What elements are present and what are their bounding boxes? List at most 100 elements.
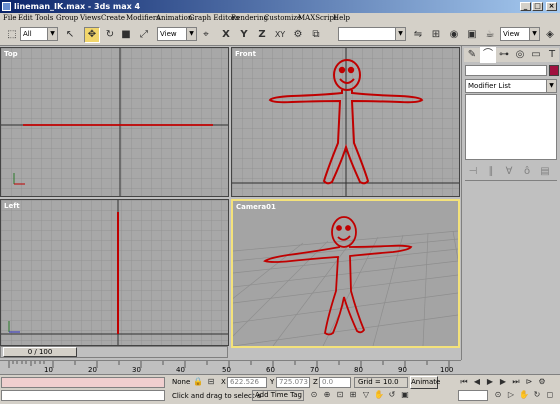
command-panel-tabs: ✎ ⌒ ⊶ ◎ ▭ T (464, 47, 560, 63)
y-coordinate-field[interactable]: 725.073 (276, 377, 310, 388)
configure-sets-icon[interactable]: ▤ (537, 164, 553, 180)
axis-z-button[interactable]: Z (254, 27, 270, 43)
menu-group[interactable]: Group (56, 13, 78, 24)
pan-icon[interactable]: ✋ (373, 389, 385, 401)
track-bar[interactable]: 10 20 30 40 50 60 70 80 90 100 (0, 360, 461, 374)
viewport-label[interactable]: Front (235, 50, 256, 58)
time-slider[interactable]: 0 / 100 (0, 346, 228, 358)
viewport-top[interactable]: Top (0, 47, 229, 197)
scale-icon[interactable]: ■ (118, 27, 134, 43)
hierarchy-tab-icon[interactable]: ⊶ (496, 47, 512, 63)
render-view-dropdown[interactable]: View ▼ (500, 27, 540, 41)
grid-spacing-display: Grid = 10.0 (354, 377, 408, 388)
utilities-tab-icon[interactable]: T (544, 47, 560, 63)
align-icon[interactable]: ⊞ (428, 27, 444, 43)
axis-x-button[interactable]: X (218, 27, 234, 43)
quick-render-icon[interactable]: ☕ (482, 27, 498, 43)
x-coordinate-field[interactable]: 622.526 (227, 377, 267, 388)
orbit-camera-icon[interactable]: ↻ (531, 389, 543, 401)
minimize-button[interactable]: _ (520, 2, 531, 11)
render-scene-icon[interactable]: ▣ (464, 27, 480, 43)
command-panel: ✎ ⌒ ⊶ ◎ ▭ T Modifier List ▼ ⊣ ∥ ∀ ô ▤ (461, 46, 560, 360)
menu-maxscript[interactable]: MAXScript (298, 13, 337, 24)
go-to-end-icon[interactable]: ⏭ (510, 376, 522, 388)
link-icon[interactable]: ⚙ (290, 27, 306, 43)
motion-tab-icon[interactable]: ◎ (512, 47, 528, 63)
orbit-icon[interactable]: ↺ (386, 389, 398, 401)
rotate-icon[interactable]: ↻ (102, 27, 118, 43)
next-frame-icon[interactable]: ▶ (497, 376, 509, 388)
render-last-icon[interactable]: ◈ (542, 27, 558, 43)
absolute-mode-icon[interactable]: ⊟ (205, 376, 217, 388)
axis-y-button[interactable]: Y (236, 27, 252, 43)
menu-modifiers[interactable]: Modifiers (126, 13, 160, 24)
menu-customize[interactable]: Customize (264, 13, 301, 24)
maximize-viewport-icon[interactable]: ▣ (399, 389, 411, 401)
previous-frame-icon[interactable]: ◀ (471, 376, 483, 388)
modify-tab-icon[interactable]: ⌒ (480, 47, 496, 63)
menu-animation[interactable]: Animation (156, 13, 192, 24)
move-icon[interactable]: ✥ (84, 27, 100, 43)
object-name-field[interactable] (465, 65, 547, 76)
menu-create[interactable]: Create (101, 13, 125, 24)
zoom-all-icon[interactable]: ⊕ (321, 389, 333, 401)
menu-help[interactable]: Help (333, 13, 350, 24)
selection-filter-dropdown[interactable]: All ▼ (20, 27, 58, 41)
viewport-label[interactable]: Top (4, 50, 18, 58)
pin-stack-icon[interactable]: ⊣ (465, 164, 481, 180)
fov-icon[interactable]: ▽ (360, 389, 372, 401)
mirror-icon[interactable]: ⤢ (136, 27, 152, 43)
remove-modifier-icon[interactable]: ô (519, 164, 535, 180)
menu-tools[interactable]: Tools (35, 13, 53, 24)
menu-file[interactable]: File (3, 13, 16, 24)
mirror-tool-icon[interactable]: ⇋ (410, 27, 426, 43)
add-time-tag-button[interactable]: Add Time Tag (252, 390, 304, 401)
min-max-toggle-icon[interactable]: ◻ (544, 389, 556, 401)
key-mode-icon[interactable]: ⊳ (523, 376, 535, 388)
z-coordinate-field[interactable]: 0.0 (319, 377, 351, 388)
viewport-label[interactable]: Camera01 (236, 203, 276, 211)
current-frame-field[interactable] (458, 390, 488, 401)
show-end-result-icon[interactable]: ∥ (483, 164, 499, 180)
modifier-list-dropdown[interactable]: Modifier List ▼ (465, 79, 557, 93)
zoom-extents-all-icon[interactable]: ⊞ (347, 389, 359, 401)
go-to-start-icon[interactable]: ⏮ (458, 376, 470, 388)
axis-xy-button[interactable]: XY (272, 27, 288, 43)
play-icon[interactable]: ▶ (484, 376, 496, 388)
time-slider-thumb[interactable]: 0 / 100 (3, 347, 77, 357)
maxscript-listener-mini[interactable] (1, 377, 165, 388)
time-config-icon[interactable]: ⚙ (536, 376, 548, 388)
menu-edit[interactable]: Edit (18, 13, 33, 24)
object-color-swatch[interactable] (549, 65, 559, 76)
maximize-button[interactable]: □ (532, 2, 543, 11)
close-button[interactable]: × (546, 2, 557, 11)
zoom-icon[interactable]: ⊙ (308, 389, 320, 401)
stack-controls: ⊣ ∥ ∀ ô ▤ (465, 164, 557, 178)
animate-button[interactable]: Animate (410, 376, 440, 389)
menu-views[interactable]: Views (80, 13, 101, 24)
modifier-stack-list[interactable] (465, 94, 557, 160)
lock-selection-icon[interactable]: 🔒 (192, 376, 204, 388)
named-selection-dropdown[interactable]: ▼ (338, 27, 406, 41)
menu-rendering[interactable]: Rendering (231, 13, 268, 24)
viewport-camera[interactable]: Camera01 (231, 199, 460, 348)
z-label: Z (313, 378, 318, 386)
viewport-left[interactable]: Left (0, 199, 229, 346)
material-editor-icon[interactable]: ◉ (446, 27, 462, 43)
make-unique-icon[interactable]: ∀ (501, 164, 517, 180)
bind-icon[interactable]: ⧉ (308, 27, 324, 43)
create-tab-icon[interactable]: ✎ (464, 47, 480, 63)
select-object-icon[interactable]: ↖ (62, 27, 78, 43)
zoom-extents-icon[interactable]: ⊡ (334, 389, 346, 401)
field-of-view-icon[interactable]: ▷ (505, 389, 517, 401)
reference-coord-dropdown[interactable]: View ▼ (157, 27, 197, 41)
select-icon[interactable]: ⬚ (4, 27, 20, 43)
truck-camera-icon[interactable]: ✋ (518, 389, 530, 401)
zoom-region-icon[interactable]: ⊙ (492, 389, 504, 401)
viewport-front[interactable]: Front (231, 47, 460, 197)
x-coordinate-value: 622.526 (230, 378, 259, 386)
display-tab-icon[interactable]: ▭ (528, 47, 544, 63)
viewport-label[interactable]: Left (4, 202, 20, 210)
pivot-icon[interactable]: ⌖ (198, 27, 214, 43)
camera-viewport-canvas (233, 201, 458, 346)
